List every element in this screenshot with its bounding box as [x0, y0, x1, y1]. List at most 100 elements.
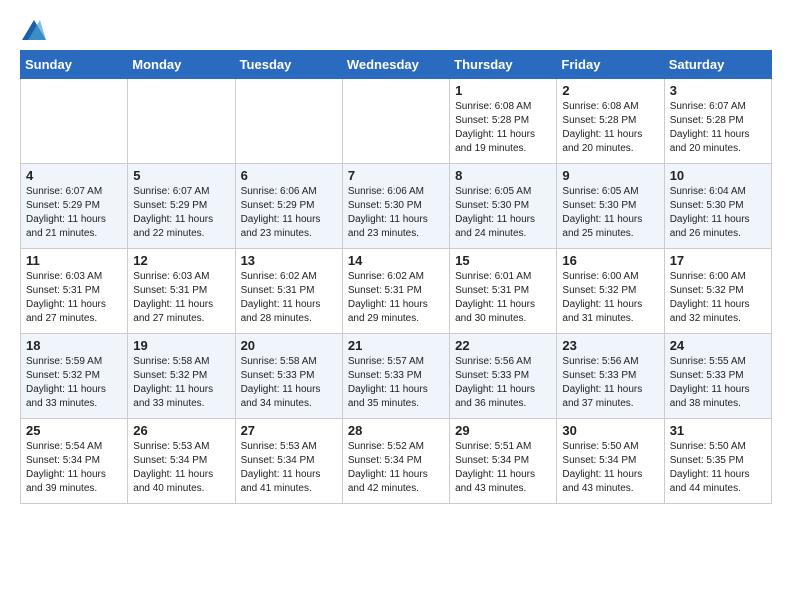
calendar-cell: 3 Sunrise: 6:07 AM Sunset: 5:28 PM Daylig… — [664, 79, 771, 164]
calendar-cell: 29Sunrise: 5:51 AM Sunset: 5:34 PM Dayli… — [450, 419, 557, 504]
day-info: Sunrise: 5:50 AM Sunset: 5:34 PM Dayligh… — [562, 440, 658, 496]
calendar-cell: 24 Sunrise: 5:55 AM Sunset: 5:33 PM Dayli… — [664, 334, 771, 419]
day-info: Sunrise: 5:53 AM Sunset: 5:34 PM Dayligh… — [133, 440, 229, 496]
day-info: Sunrise: 6:04 AM Sunset: 5:30 PM Dayligh… — [670, 185, 766, 241]
logo — [20, 20, 46, 40]
calendar-cell: 26Sunrise: 5:53 AM Sunset: 5:34 PM Dayli… — [128, 419, 235, 504]
calendar-table: SundayMondayTuesdayWednesdayThursdayFrid… — [20, 50, 772, 504]
calendar-cell: 8Sunrise: 6:05 AM Sunset: 5:30 PM Daylig… — [450, 164, 557, 249]
day-number: 25 — [26, 423, 122, 438]
calendar-cell: 19Sunrise: 5:58 AM Sunset: 5:32 PM Dayli… — [128, 334, 235, 419]
page-header — [20, 20, 772, 40]
calendar-week-row: 4 Sunrise: 6:07 AM Sunset: 5:29 PM Daylig… — [21, 164, 772, 249]
calendar-week-row: 18 Sunrise: 5:59 AM Sunset: 5:32 PM Dayli… — [21, 334, 772, 419]
day-info: Sunrise: 6:06 AM Sunset: 5:30 PM Dayligh… — [348, 185, 444, 241]
calendar-cell: 21 Sunrise: 5:57 AM Sunset: 5:33 PM Dayli… — [342, 334, 449, 419]
day-number: 11 — [26, 253, 122, 268]
day-info: Sunrise: 5:52 AM Sunset: 5:34 PM Dayligh… — [348, 440, 444, 496]
calendar-cell: 27Sunrise: 5:53 AM Sunset: 5:34 PM Dayli… — [235, 419, 342, 504]
day-header-monday: Monday — [128, 51, 235, 79]
day-info: Sunrise: 6:06 AM Sunset: 5:29 PM Dayligh… — [241, 185, 337, 241]
calendar-cell: 10 Sunrise: 6:04 AM Sunset: 5:30 PM Dayli… — [664, 164, 771, 249]
calendar-header-row: SundayMondayTuesdayWednesdayThursdayFrid… — [21, 51, 772, 79]
day-info: Sunrise: 5:50 AM Sunset: 5:35 PM Dayligh… — [670, 440, 766, 496]
calendar-week-row: 25 Sunrise: 5:54 AM Sunset: 5:34 PM Dayli… — [21, 419, 772, 504]
calendar-cell: 11 Sunrise: 6:03 AM Sunset: 5:31 PM Dayli… — [21, 249, 128, 334]
day-number: 14 — [348, 253, 444, 268]
calendar-cell: 28 Sunrise: 5:52 AM Sunset: 5:34 PM Dayli… — [342, 419, 449, 504]
calendar-cell — [235, 79, 342, 164]
day-info: Sunrise: 6:00 AM Sunset: 5:32 PM Dayligh… — [670, 270, 766, 326]
day-number: 3 — [670, 83, 766, 98]
calendar-cell: 16Sunrise: 6:00 AM Sunset: 5:32 PM Dayli… — [557, 249, 664, 334]
calendar-cell — [21, 79, 128, 164]
calendar-week-row: 1 Sunrise: 6:08 AM Sunset: 5:28 PM Daylig… — [21, 79, 772, 164]
calendar-cell: 5 Sunrise: 6:07 AM Sunset: 5:29 PM Daylig… — [128, 164, 235, 249]
day-number: 4 — [26, 168, 122, 183]
calendar-cell: 17 Sunrise: 6:00 AM Sunset: 5:32 PM Dayli… — [664, 249, 771, 334]
calendar-cell: 30 Sunrise: 5:50 AM Sunset: 5:34 PM Dayli… — [557, 419, 664, 504]
day-number: 2 — [562, 83, 658, 98]
calendar-cell: 14 Sunrise: 6:02 AM Sunset: 5:31 PM Dayli… — [342, 249, 449, 334]
calendar-cell: 25 Sunrise: 5:54 AM Sunset: 5:34 PM Dayli… — [21, 419, 128, 504]
day-info: Sunrise: 5:56 AM Sunset: 5:33 PM Dayligh… — [562, 355, 658, 411]
day-info: Sunrise: 5:51 AM Sunset: 5:34 PM Dayligh… — [455, 440, 551, 496]
calendar-cell: 22 Sunrise: 5:56 AM Sunset: 5:33 PM Dayli… — [450, 334, 557, 419]
day-info: Sunrise: 6:03 AM Sunset: 5:31 PM Dayligh… — [133, 270, 229, 326]
calendar-cell: 7 Sunrise: 6:06 AM Sunset: 5:30 PM Daylig… — [342, 164, 449, 249]
day-number: 22 — [455, 338, 551, 353]
day-number: 15 — [455, 253, 551, 268]
day-info: Sunrise: 6:02 AM Sunset: 5:31 PM Dayligh… — [241, 270, 337, 326]
calendar-cell: 4 Sunrise: 6:07 AM Sunset: 5:29 PM Daylig… — [21, 164, 128, 249]
day-info: Sunrise: 6:02 AM Sunset: 5:31 PM Dayligh… — [348, 270, 444, 326]
day-info: Sunrise: 5:55 AM Sunset: 5:33 PM Dayligh… — [670, 355, 766, 411]
calendar-cell: 6 Sunrise: 6:06 AM Sunset: 5:29 PM Daylig… — [235, 164, 342, 249]
calendar-cell — [128, 79, 235, 164]
calendar-cell: 2 Sunrise: 6:08 AM Sunset: 5:28 PM Daylig… — [557, 79, 664, 164]
day-number: 24 — [670, 338, 766, 353]
day-info: Sunrise: 6:07 AM Sunset: 5:28 PM Dayligh… — [670, 100, 766, 156]
day-info: Sunrise: 6:01 AM Sunset: 5:31 PM Dayligh… — [455, 270, 551, 326]
day-number: 9 — [562, 168, 658, 183]
calendar-cell: 12Sunrise: 6:03 AM Sunset: 5:31 PM Dayli… — [128, 249, 235, 334]
calendar-cell: 18 Sunrise: 5:59 AM Sunset: 5:32 PM Dayli… — [21, 334, 128, 419]
day-number: 21 — [348, 338, 444, 353]
day-header-tuesday: Tuesday — [235, 51, 342, 79]
day-header-thursday: Thursday — [450, 51, 557, 79]
day-number: 17 — [670, 253, 766, 268]
day-number: 6 — [241, 168, 337, 183]
day-info: Sunrise: 5:59 AM Sunset: 5:32 PM Dayligh… — [26, 355, 122, 411]
day-header-saturday: Saturday — [664, 51, 771, 79]
day-number: 31 — [670, 423, 766, 438]
day-info: Sunrise: 5:58 AM Sunset: 5:33 PM Dayligh… — [241, 355, 337, 411]
day-number: 30 — [562, 423, 658, 438]
day-info: Sunrise: 6:03 AM Sunset: 5:31 PM Dayligh… — [26, 270, 122, 326]
day-number: 8 — [455, 168, 551, 183]
day-number: 7 — [348, 168, 444, 183]
logo-icon — [22, 20, 46, 40]
day-info: Sunrise: 5:56 AM Sunset: 5:33 PM Dayligh… — [455, 355, 551, 411]
day-info: Sunrise: 6:07 AM Sunset: 5:29 PM Dayligh… — [133, 185, 229, 241]
calendar-cell: 1 Sunrise: 6:08 AM Sunset: 5:28 PM Daylig… — [450, 79, 557, 164]
day-info: Sunrise: 6:07 AM Sunset: 5:29 PM Dayligh… — [26, 185, 122, 241]
calendar-cell: 15 Sunrise: 6:01 AM Sunset: 5:31 PM Dayli… — [450, 249, 557, 334]
calendar-cell: 9 Sunrise: 6:05 AM Sunset: 5:30 PM Daylig… — [557, 164, 664, 249]
calendar-cell: 23Sunrise: 5:56 AM Sunset: 5:33 PM Dayli… — [557, 334, 664, 419]
day-info: Sunrise: 5:58 AM Sunset: 5:32 PM Dayligh… — [133, 355, 229, 411]
day-number: 27 — [241, 423, 337, 438]
day-info: Sunrise: 5:57 AM Sunset: 5:33 PM Dayligh… — [348, 355, 444, 411]
day-number: 10 — [670, 168, 766, 183]
day-info: Sunrise: 6:08 AM Sunset: 5:28 PM Dayligh… — [562, 100, 658, 156]
day-info: Sunrise: 5:54 AM Sunset: 5:34 PM Dayligh… — [26, 440, 122, 496]
day-number: 20 — [241, 338, 337, 353]
day-number: 1 — [455, 83, 551, 98]
day-info: Sunrise: 6:08 AM Sunset: 5:28 PM Dayligh… — [455, 100, 551, 156]
day-header-wednesday: Wednesday — [342, 51, 449, 79]
day-number: 5 — [133, 168, 229, 183]
day-info: Sunrise: 6:05 AM Sunset: 5:30 PM Dayligh… — [562, 185, 658, 241]
day-number: 16 — [562, 253, 658, 268]
calendar-cell — [342, 79, 449, 164]
day-number: 18 — [26, 338, 122, 353]
day-number: 28 — [348, 423, 444, 438]
day-header-sunday: Sunday — [21, 51, 128, 79]
